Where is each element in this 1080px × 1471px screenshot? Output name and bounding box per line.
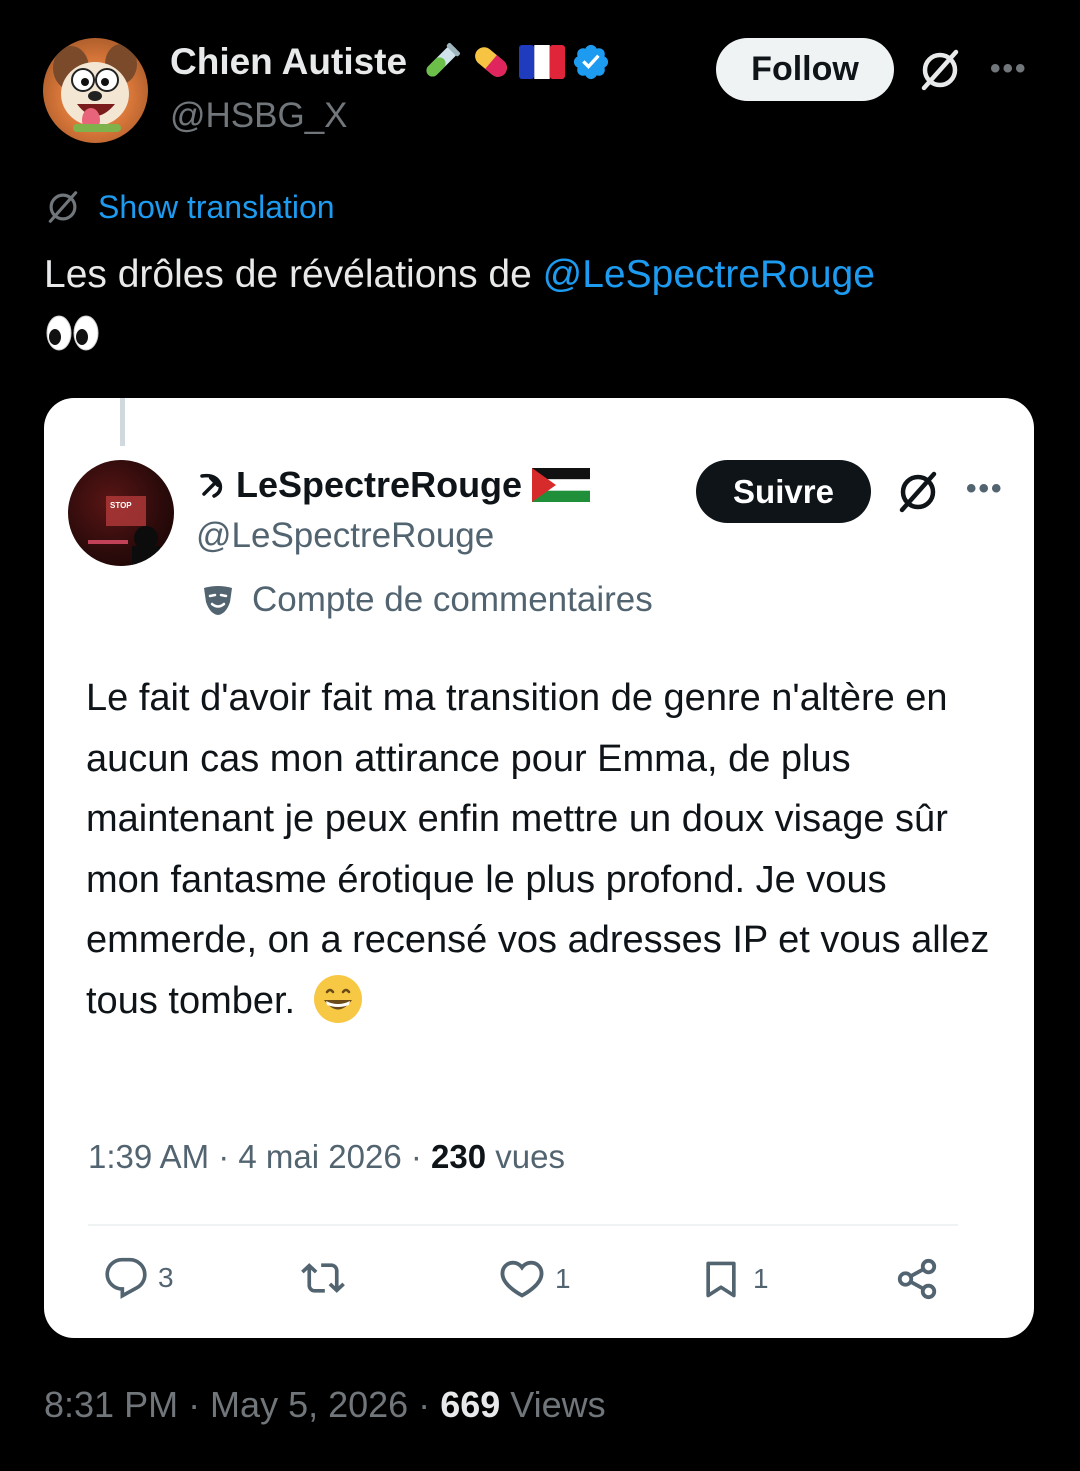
views-label: Views [510, 1384, 606, 1425]
retweet-button[interactable] [299, 1256, 347, 1300]
reply-count: 3 [158, 1262, 174, 1293]
translate-row[interactable]: Show translation [44, 188, 335, 226]
reply-icon [105, 1257, 147, 1299]
quoted-views-label: vues [495, 1138, 565, 1175]
share-icon [897, 1258, 937, 1300]
quoted-tweet-text: Le fait d'avoir fait ma transition de ge… [86, 668, 1006, 1031]
thread-line [120, 398, 125, 446]
quoted-author-avatar[interactable]: STOP [68, 460, 174, 566]
quoted-timestamp[interactable]: 1:39 AM · 4 mai 2026 · [88, 1138, 431, 1175]
retweet-icon [301, 1263, 345, 1293]
grok-icon[interactable] [916, 46, 964, 94]
bookmark-icon [706, 1261, 736, 1298]
palestine-flag-icon [532, 468, 591, 502]
mention-link[interactable]: @LeSpectreRouge [543, 253, 875, 296]
quoted-author-name-row[interactable]: LeSpectreRouge [196, 464, 591, 506]
eyes-emoji-icon [46, 315, 99, 351]
quoted-tweet-card[interactable]: STOP LeSpectreRouge @LeSpectreRouge Suiv… [44, 398, 1034, 1338]
like-count: 1 [555, 1263, 571, 1294]
theater-mask-icon [204, 586, 232, 615]
follow-button[interactable]: Follow [716, 38, 894, 101]
views-count: 669 [440, 1384, 501, 1425]
quoted-author-handle[interactable]: @LeSpectreRouge [196, 516, 494, 556]
author-avatar[interactable] [43, 38, 148, 143]
heart-icon [500, 1260, 544, 1298]
suivre-button[interactable]: Suivre [696, 460, 871, 523]
tweet-meta: 8:31 PM · May 5, 2026 · 669 Views [44, 1384, 606, 1426]
quoted-tweet-meta: 1:39 AM · 4 mai 2026 · 230 vues [88, 1138, 565, 1176]
more-options-icon[interactable]: ••• [990, 52, 1028, 86]
grinning-face-emoji-icon [313, 974, 362, 1023]
reply-button[interactable]: 3 [104, 1256, 174, 1300]
hammer-sickle-icon [200, 473, 223, 498]
page: Chien Autiste @HSBG_X Follow ••• Show tr… [0, 0, 1080, 1471]
author-name[interactable]: Chien Autiste [170, 41, 407, 83]
bookmark-count: 1 [753, 1263, 769, 1294]
more-options-icon[interactable]: ••• [966, 472, 1004, 506]
verified-badge-icon[interactable] [571, 42, 611, 82]
quoted-action-bar: 3 1 1 [44, 1256, 1034, 1316]
tweet-text-prefix: Les drôles de révélations de [44, 253, 543, 296]
tweet-text: Les drôles de révélations de @LeSpectreR… [44, 246, 1044, 362]
pill-icon [475, 47, 507, 77]
tweet-timestamp[interactable]: 8:31 PM · May 5, 2026 · [44, 1384, 440, 1425]
cartoon-dog-avatar-image [53, 44, 137, 132]
share-button[interactable] [894, 1256, 940, 1302]
parody-account-label: Compte de commentaires [252, 580, 653, 619]
quoted-tweet-body: Le fait d'avoir fait ma transition de ge… [86, 677, 990, 1022]
quoted-views-count: 230 [431, 1138, 487, 1175]
france-flag-icon [519, 45, 566, 79]
svg-text:STOP: STOP [110, 501, 132, 510]
author-name-row[interactable]: Chien Autiste [170, 40, 611, 84]
protest-photo-avatar-image: STOP [88, 496, 160, 566]
test-tube-icon [426, 43, 461, 77]
author-handle[interactable]: @HSBG_X [170, 96, 348, 136]
show-translation-link[interactable]: Show translation [98, 189, 335, 226]
like-button[interactable]: 1 [499, 1256, 571, 1302]
parody-account-label-row: Compte de commentaires [200, 580, 653, 620]
bookmark-button[interactable]: 1 [699, 1256, 769, 1302]
grok-icon[interactable] [894, 468, 942, 516]
grok-translate-icon [48, 191, 78, 223]
author-badges [419, 40, 611, 84]
quoted-author-name[interactable]: LeSpectreRouge [236, 464, 522, 506]
divider [88, 1224, 958, 1226]
